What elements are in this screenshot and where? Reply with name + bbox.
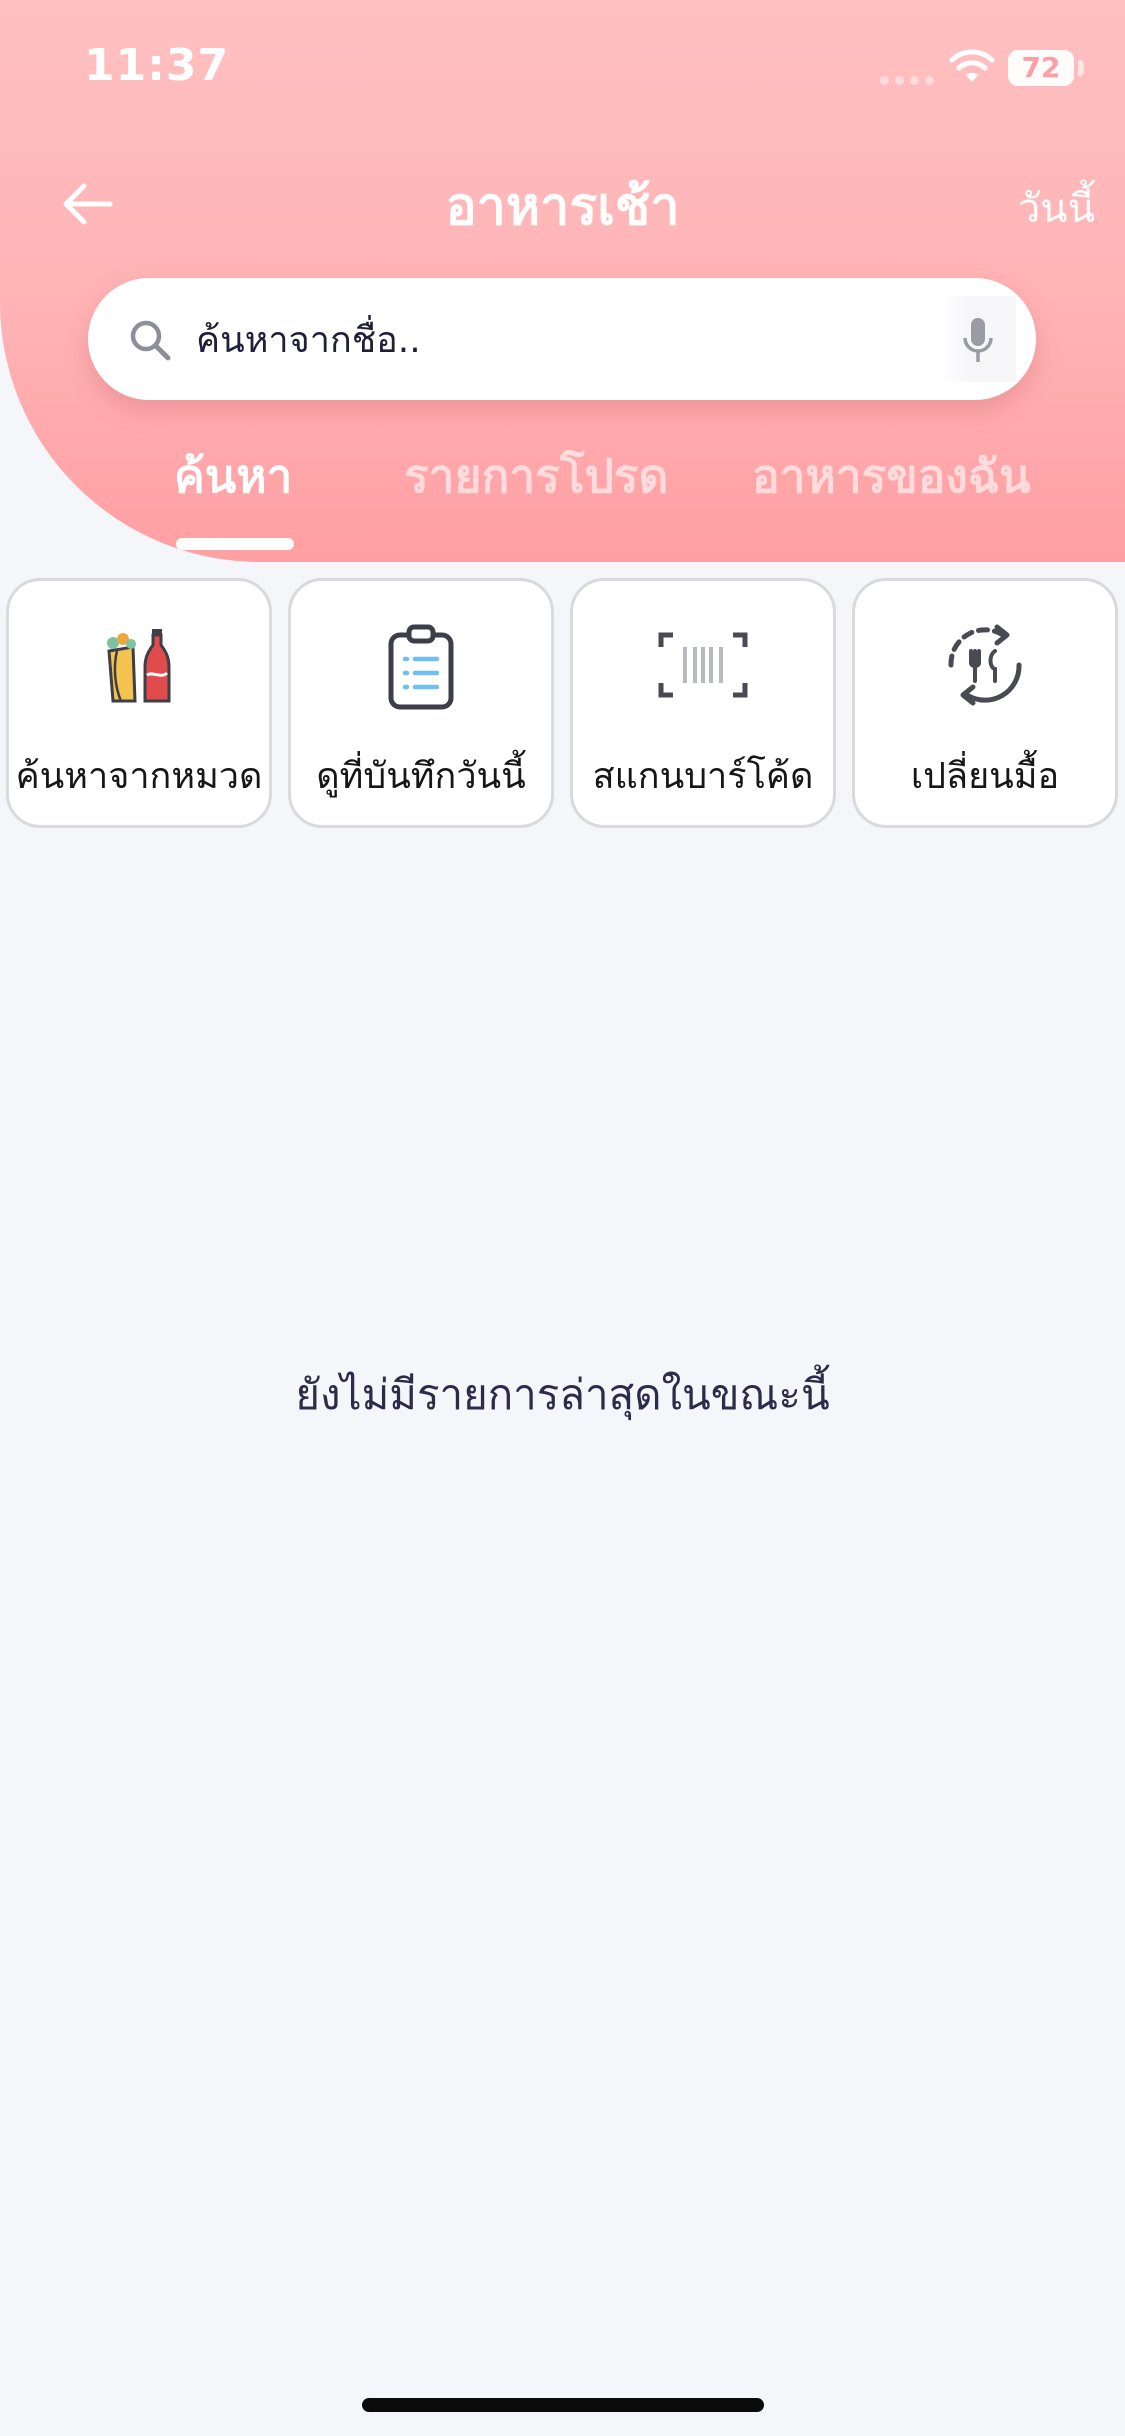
tab-search[interactable]: ค้นหา <box>174 440 292 513</box>
change-meal-button[interactable]: เปลี่ยนมื้อ <box>852 578 1118 828</box>
quick-action-label: สแกนบาร์โค้ด <box>592 756 814 797</box>
quick-action-label: ดูที่บันทึกวันนี้ <box>316 756 526 797</box>
tab-my-food[interactable]: อาหารของฉัน <box>752 440 1031 513</box>
view-today-log-button[interactable]: ดูที่บันทึกวันนี้ <box>288 578 554 828</box>
empty-state-message: ยังไม่มีรายการล่าสุดในขณะนี้ <box>295 1370 830 1419</box>
header: 11:37 72 อาหารเช้า วันนี้ ค้นหา รายการโป… <box>0 0 1125 562</box>
page-title: อาหารเช้า <box>445 177 680 237</box>
food-drink-icon <box>107 629 171 703</box>
tab-bar: ค้นหา รายการโปรด อาหารของฉัน <box>0 440 1125 562</box>
mic-button[interactable] <box>940 296 1016 382</box>
home-indicator[interactable] <box>362 2398 764 2412</box>
quick-action-label: ค้นหาจากหมวด <box>15 756 263 797</box>
microphone-icon <box>963 318 993 362</box>
today-button[interactable]: วันนี้ <box>1018 176 1095 240</box>
quick-actions: ค้นหาจากหมวด ดูที่บันทึกวันนี้ สแกนบาร์โ… <box>6 578 1120 830</box>
battery-tip <box>1078 60 1084 76</box>
battery-icon: 72 <box>1008 50 1074 86</box>
search-icon <box>130 320 171 361</box>
clipboard-list-icon <box>388 624 454 710</box>
active-tab-indicator <box>176 538 294 550</box>
switch-meal-icon <box>948 624 1022 706</box>
quick-action-label: เปลี่ยนมื้อ <box>910 756 1060 797</box>
search-bar <box>88 278 1036 400</box>
status-time: 11:37 <box>84 40 230 91</box>
tab-favorites[interactable]: รายการโปรด <box>404 440 668 513</box>
search-input[interactable] <box>194 300 898 380</box>
wifi-icon <box>949 49 995 82</box>
scan-barcode-button[interactable]: สแกนบาร์โค้ด <box>570 578 836 828</box>
search-by-category-button[interactable]: ค้นหาจากหมวด <box>6 578 272 828</box>
barcode-scan-icon <box>658 632 748 698</box>
signal-icon <box>880 76 934 85</box>
